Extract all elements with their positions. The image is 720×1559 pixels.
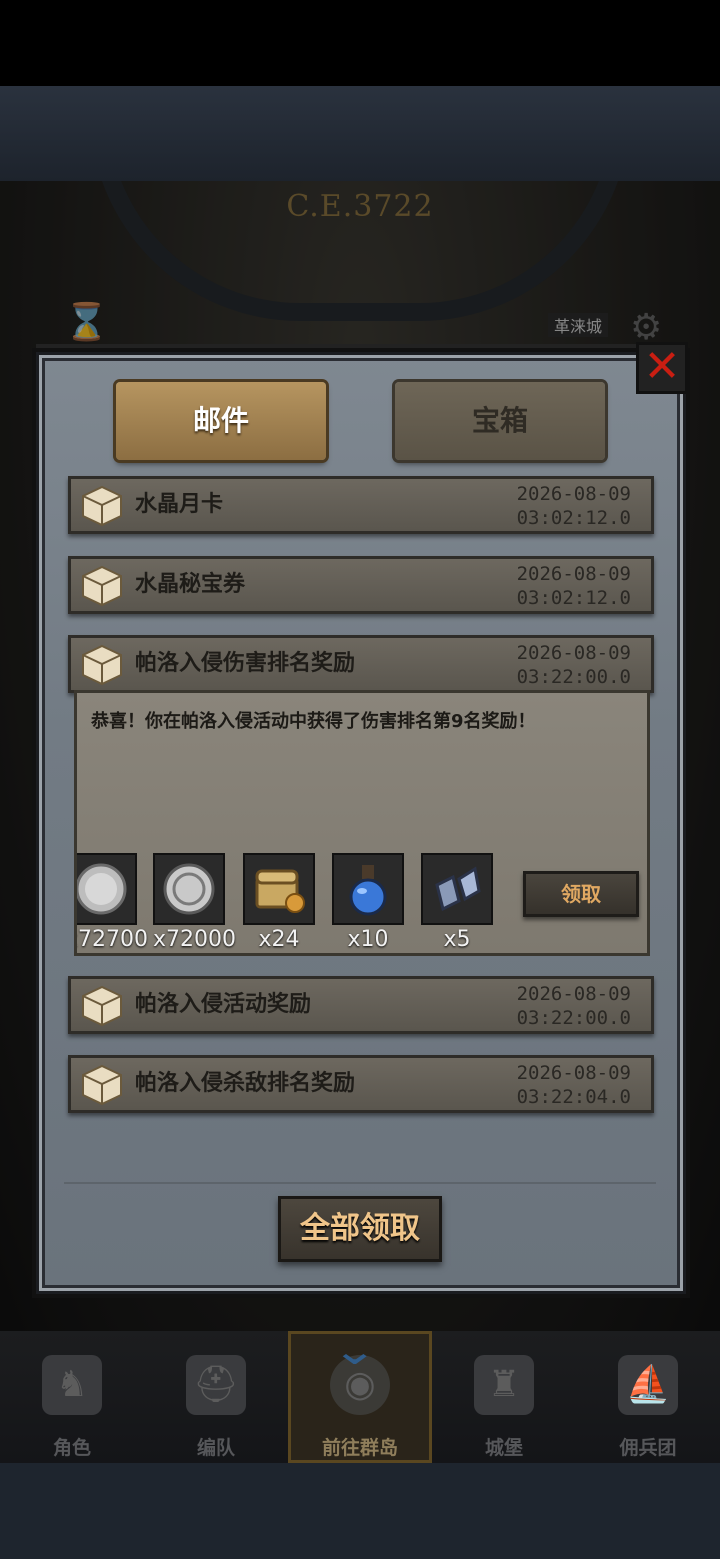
helmet-icon: ⛑ [186, 1355, 246, 1415]
mail-date-time: 03:02:12.0 [516, 507, 631, 529]
mail-title: 水晶月卡 [135, 492, 224, 517]
status-bar [0, 0, 720, 86]
mail-item[interactable]: 帕洛入侵杀敌排名奖励 2026-08-09 03:22:04.0 [68, 1055, 654, 1113]
mail-title: 帕洛入侵杀敌排名奖励 [135, 1071, 356, 1096]
reward-item[interactable]: x72700 [77, 853, 149, 952]
mail-message: 恭喜！你在帕洛入侵活动中获得了伤害排名第9名奖励！ [91, 711, 536, 732]
castle-icon: ♜ [474, 1355, 534, 1415]
crystal-shard-icon [421, 853, 493, 925]
reward-qty: x24 [258, 927, 300, 952]
mail-item[interactable]: 水晶秘宝券 2026-08-09 03:02:12.0 [68, 556, 654, 614]
reward-qty: x5 [443, 927, 471, 952]
mail-date-time: 03:02:12.0 [516, 587, 631, 609]
mail-title: 帕洛入侵伤害排名奖励 [135, 651, 356, 676]
nav-label: 角色 [52, 1437, 91, 1459]
reward-item[interactable]: x72000 [153, 853, 237, 952]
close-icon: ✕ [643, 341, 681, 392]
coin-stack-icon [77, 853, 137, 925]
nav-label: 佣兵团 [619, 1437, 677, 1459]
mail-date: 2026-08-09 03:02:12.0 [517, 482, 631, 530]
mail-date-time: 03:22:04.0 [516, 1086, 631, 1108]
mail-box-icon [82, 644, 122, 686]
reward-qty: x10 [347, 927, 389, 952]
mail-date-day: 2026-08-09 [516, 642, 631, 664]
reward-qty: x72700 [77, 927, 149, 952]
mail-date-day: 2026-08-09 [516, 563, 631, 585]
reward-item[interactable]: x5 [421, 853, 493, 952]
claim-button[interactable]: 领取 [523, 871, 639, 917]
mail-date-day: 2026-08-09 [516, 983, 631, 1005]
nav-label: 城堡 [484, 1437, 523, 1459]
mail-item[interactable]: 帕洛入侵活动奖励 2026-08-09 03:22:00.0 [68, 976, 654, 1034]
tab-chest[interactable]: 宝箱 [395, 382, 605, 460]
mail-date-day: 2026-08-09 [516, 483, 631, 505]
mail-item[interactable]: 水晶月卡 2026-08-09 03:02:12.0 [68, 476, 654, 534]
silver-coin-icon [153, 853, 225, 925]
reward-qty: x72000 [153, 927, 237, 952]
claim-all-button[interactable]: 全部领取 [278, 1196, 442, 1262]
treasure-chest-icon [243, 853, 315, 925]
mail-date: 2026-08-09 03:02:12.0 [517, 562, 631, 610]
nav-item-team[interactable]: ⛑ 编队 [144, 1331, 288, 1463]
mail-title: 水晶秘宝券 [135, 572, 246, 597]
close-button[interactable]: ✕ [636, 342, 688, 394]
tab-mail[interactable]: 邮件 [116, 382, 326, 460]
mail-date-time: 03:22:00.0 [516, 666, 631, 688]
mail-box-icon [82, 985, 122, 1027]
top-band [0, 86, 720, 181]
nav-label: 前往群岛 [321, 1437, 398, 1459]
reward-list[interactable]: x72700 x72000 x24 x10 x5 [77, 853, 517, 953]
mail-date: 2026-08-09 03:22:00.0 [517, 982, 631, 1030]
mail-item-expanded[interactable]: 帕洛入侵伤害排名奖励 2026-08-09 03:22:00.0 [68, 635, 654, 693]
mail-date: 2026-08-09 03:22:04.0 [517, 1061, 631, 1109]
mail-title: 帕洛入侵活动奖励 [135, 992, 312, 1017]
reward-item[interactable]: x24 [243, 853, 315, 952]
mail-date-day: 2026-08-09 [516, 1062, 631, 1084]
mail-detail: 恭喜！你在帕洛入侵活动中获得了伤害排名第9名奖励！ x72700 x72000 … [74, 690, 650, 956]
divider [64, 1182, 656, 1184]
nav-item-castle[interactable]: ♜ 城堡 [432, 1331, 576, 1463]
chevron-down-icon: ⌄ [331, 1328, 379, 1374]
nav-item-mercenary[interactable]: ⛵ 佣兵团 [576, 1331, 720, 1463]
mail-box-icon [82, 485, 122, 527]
bottom-band [0, 1463, 720, 1559]
knight-icon: ♞ [42, 1355, 102, 1415]
ship-icon: ⛵ [618, 1355, 678, 1415]
mail-date: 2026-08-09 03:22:00.0 [517, 641, 631, 689]
nav-item-character[interactable]: ♞ 角色 [0, 1331, 144, 1463]
mail-box-icon [82, 565, 122, 607]
mail-date-time: 03:22:00.0 [516, 1007, 631, 1029]
mail-box-icon [82, 1064, 122, 1106]
blue-potion-icon [332, 853, 404, 925]
reward-item[interactable]: x10 [332, 853, 404, 952]
nav-label: 编队 [196, 1437, 235, 1459]
